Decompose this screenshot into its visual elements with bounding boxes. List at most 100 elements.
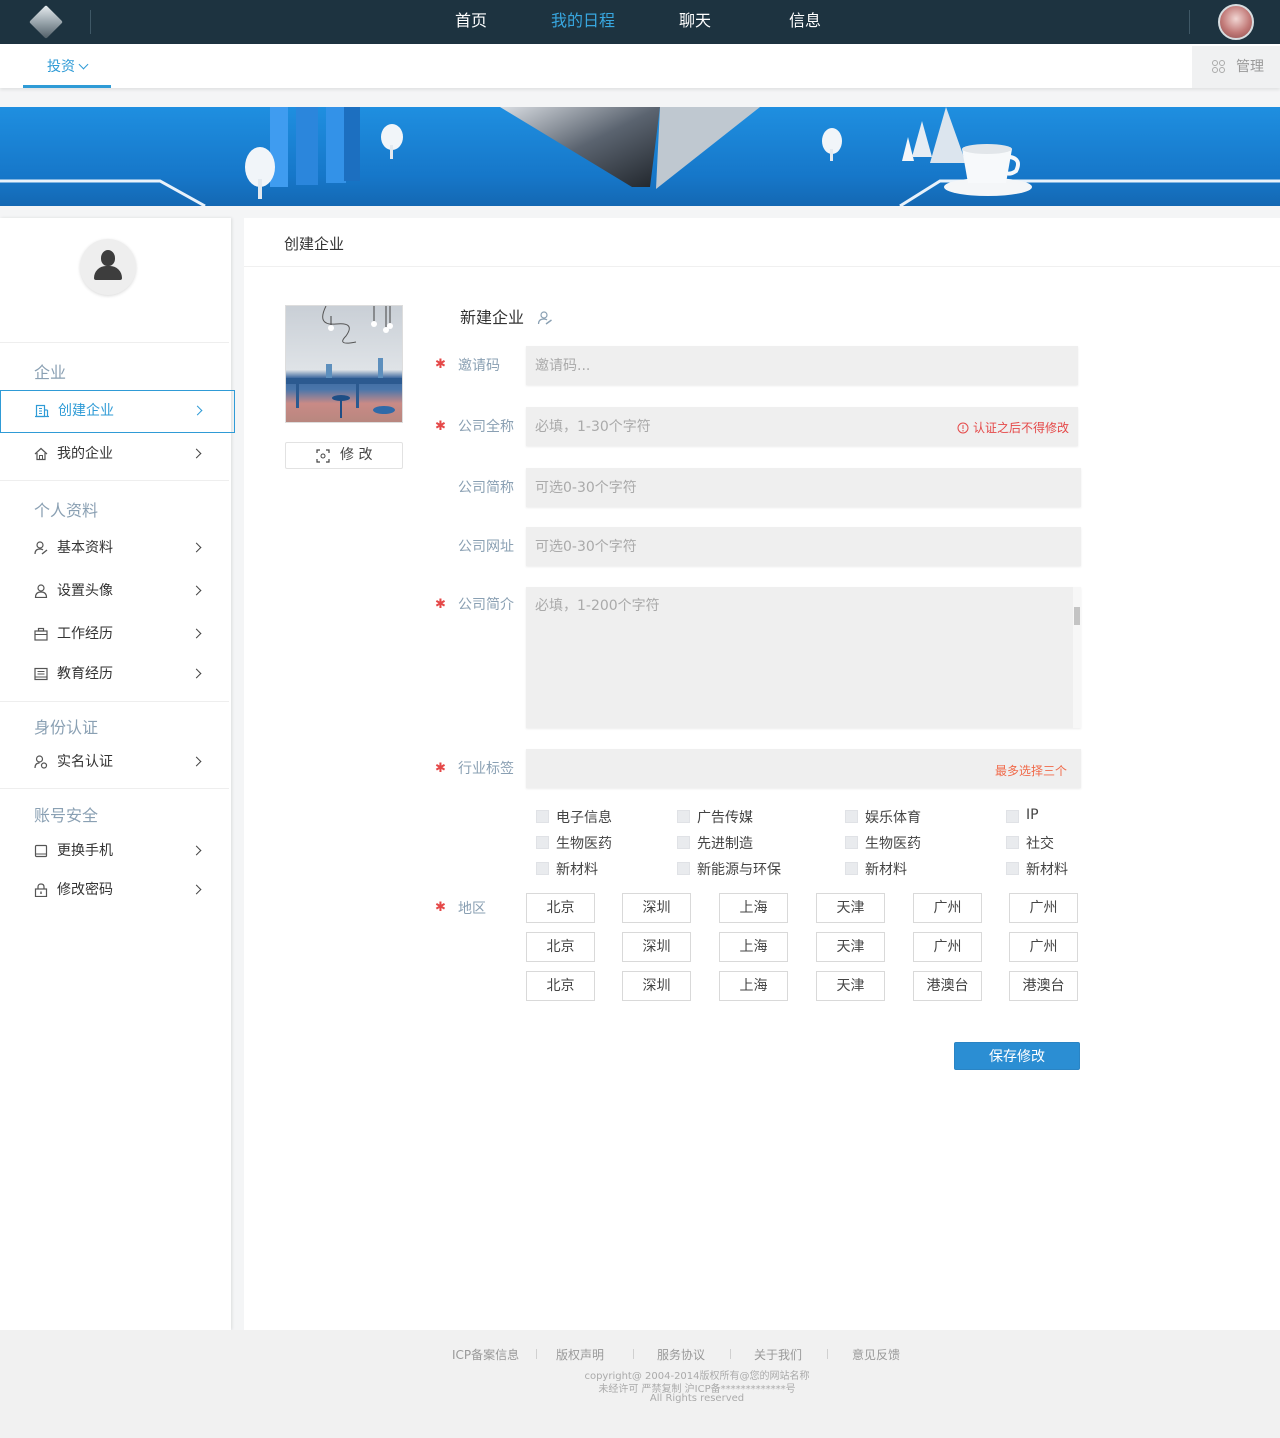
profile-avatar[interactable] <box>80 239 136 295</box>
footer-link-copyright[interactable]: 版权声明 <box>556 1346 604 1363</box>
region-option[interactable]: 北京 <box>526 893 595 923</box>
sidebar-item-education[interactable]: 教育经历 <box>0 654 229 694</box>
region-option[interactable]: 广州 <box>913 932 982 962</box>
footer-link-terms[interactable]: 服务协议 <box>657 1346 705 1363</box>
edit-image-button[interactable]: 修 改 <box>285 442 403 469</box>
footer: ICP备案信息 版权声明 服务协议 关于我们 意见反馈 copyright@ 2… <box>0 1330 1280 1438</box>
chevron-right-icon <box>191 845 202 856</box>
chevron-right-icon <box>191 585 202 596</box>
tag-label: 电子信息 <box>556 810 612 826</box>
required-mark: ✱ <box>435 597 446 612</box>
sidebar: 企业 创建企业 我的企业 个人资料 基本资料 设置头像 工作经历 教育经历 身份… <box>0 218 235 1330</box>
tag-label: 新能源与环保 <box>697 862 781 878</box>
region-option[interactable]: 上海 <box>719 893 788 923</box>
region-option[interactable]: 天津 <box>816 971 885 1001</box>
region-option[interactable]: 天津 <box>816 893 885 923</box>
section-title-new-enterprise: 新建企业 <box>460 304 553 328</box>
tag-label: 新材料 <box>556 862 598 878</box>
tab-invest[interactable]: 投资 <box>23 44 111 88</box>
sidebar-item-basic-info[interactable]: 基本资料 <box>0 528 229 568</box>
sidebar-item-label: 我的企业 <box>57 446 113 462</box>
region-option[interactable]: 广州 <box>913 893 982 923</box>
manage-button[interactable]: 管理 <box>1192 46 1280 88</box>
divider <box>0 480 229 481</box>
main-panel: 创建企业 修 改 新建企业 ✱ 邀请码 ✱ 公司全称 认证 <box>244 218 1280 1330</box>
section-title-enterprise: 企业 <box>34 363 67 382</box>
logo[interactable] <box>28 4 64 40</box>
nav-home[interactable]: 首页 <box>431 0 511 44</box>
fullname-warning: 认证之后不得修改 <box>957 419 1069 436</box>
region-option[interactable]: 上海 <box>719 971 788 1001</box>
nav-my-schedule[interactable]: 我的日程 <box>543 0 623 44</box>
tag-label: 社交 <box>1026 836 1054 852</box>
office-photo <box>286 306 402 418</box>
scrollbar-thumb[interactable] <box>1074 607 1080 625</box>
sidebar-item-change-phone[interactable]: 更换手机 <box>0 831 229 871</box>
save-button[interactable]: 保存修改 <box>954 1042 1080 1070</box>
sidebar-item-label: 教育经历 <box>57 666 113 682</box>
user-edit-icon <box>538 311 553 325</box>
divider <box>730 1349 731 1359</box>
chevron-right-icon <box>192 405 203 416</box>
sidebar-item-my-enterprise[interactable]: 我的企业 <box>0 434 229 474</box>
sidebar-item-work-experience[interactable]: 工作经历 <box>0 614 229 654</box>
banner-illustration <box>0 107 1280 206</box>
region-option[interactable]: 港澳台 <box>1009 971 1078 1001</box>
fullname-warning-text: 认证之后不得修改 <box>973 421 1070 435</box>
label-industry-tags: 行业标签 <box>458 761 514 777</box>
label-region: 地区 <box>458 901 486 917</box>
divider <box>90 10 91 34</box>
region-option[interactable]: 深圳 <box>622 893 691 923</box>
region-option[interactable]: 上海 <box>719 932 788 962</box>
divider <box>536 1349 537 1359</box>
region-option[interactable]: 广州 <box>1009 932 1078 962</box>
sidebar-item-set-avatar[interactable]: 设置头像 <box>0 571 229 611</box>
region-option[interactable]: 广州 <box>1009 893 1078 923</box>
nav-chat[interactable]: 聊天 <box>655 0 735 44</box>
footer-link-feedback[interactable]: 意见反馈 <box>852 1346 900 1363</box>
region-option[interactable]: 深圳 <box>622 971 691 1001</box>
banner-image <box>0 107 1280 206</box>
top-nav-bar: 首页 我的日程 聊天 信息 <box>0 0 1280 44</box>
invite-code-input[interactable] <box>526 346 1078 385</box>
region-option[interactable]: 北京 <box>526 932 595 962</box>
label-company-website: 公司网址 <box>458 539 514 555</box>
sidebar-item-create-enterprise[interactable]: 创建企业 <box>0 390 235 433</box>
book-icon <box>34 667 48 681</box>
chevron-right-icon <box>191 628 202 639</box>
sidebar-item-label: 基本资料 <box>57 540 113 556</box>
sidebar-item-label: 创建企业 <box>58 403 114 419</box>
company-shortname-input[interactable] <box>526 468 1081 507</box>
label-invite-code: 邀请码 <box>458 358 500 374</box>
tag-label: 娱乐体育 <box>865 810 921 826</box>
region-option[interactable]: 北京 <box>526 971 595 1001</box>
label-company-shortname: 公司简称 <box>458 480 514 496</box>
grid-icon <box>1212 60 1226 74</box>
section-title-profile: 个人资料 <box>34 501 99 520</box>
industry-tags-field[interactable]: 最多选择三个 <box>526 749 1081 788</box>
sidebar-item-label: 工作经历 <box>57 626 113 642</box>
nav-messages[interactable]: 信息 <box>765 0 845 44</box>
tag-label: 先进制造 <box>697 836 753 852</box>
chevron-right-icon <box>191 448 202 459</box>
tag-label: 广告传媒 <box>697 810 753 826</box>
warning-icon <box>957 422 969 434</box>
briefcase-icon <box>34 627 48 641</box>
sub-nav-bar: 投资 管理 <box>0 44 1280 88</box>
company-website-input[interactable] <box>526 527 1081 566</box>
user-edit-icon <box>34 541 48 555</box>
region-option[interactable]: 深圳 <box>622 932 691 962</box>
label-company-intro: 公司简介 <box>458 597 514 613</box>
sidebar-item-change-password[interactable]: 修改密码 <box>0 870 229 910</box>
region-option[interactable]: 天津 <box>816 932 885 962</box>
region-option[interactable]: 港澳台 <box>913 971 982 1001</box>
footer-link-icp[interactable]: ICP备案信息 <box>452 1346 519 1363</box>
company-intro-textarea[interactable] <box>526 587 1081 728</box>
scan-icon <box>316 449 330 463</box>
user-icon <box>34 584 48 598</box>
footer-link-about[interactable]: 关于我们 <box>754 1346 802 1363</box>
sidebar-item-real-name[interactable]: 实名认证 <box>0 742 229 782</box>
divider <box>633 1349 634 1359</box>
home-icon <box>34 447 48 461</box>
user-avatar[interactable] <box>1218 4 1254 40</box>
